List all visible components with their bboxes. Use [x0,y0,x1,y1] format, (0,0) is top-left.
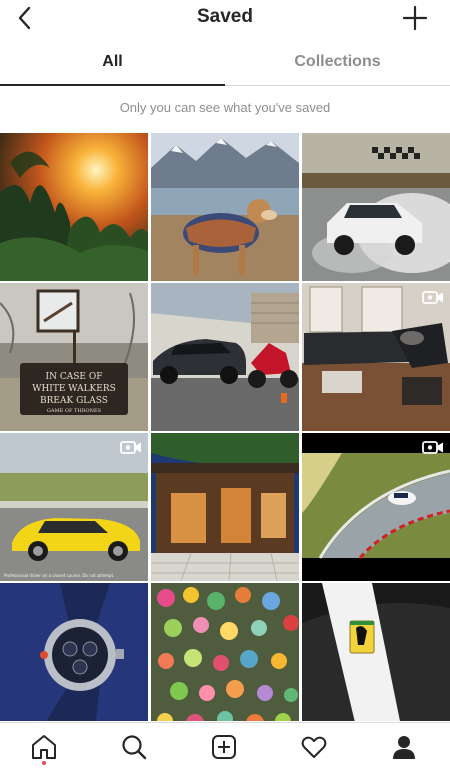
ferrari-badge-photo [302,583,450,721]
heart-icon[interactable] [300,733,328,761]
saved-post[interactable] [302,433,450,581]
saved-post[interactable] [0,583,148,721]
video-camera-icon [422,441,443,454]
home-icon[interactable] [30,733,58,761]
search-icon[interactable] [120,733,148,761]
supercar-motorcycle-photo [151,283,299,431]
race-track-aerial-photo [302,433,450,581]
saved-posts-grid: IN CASE OF WHITE WALKERS BREAK GLASS GAM… [0,133,450,721]
svg-text:GAME OF THRONES: GAME OF THRONES [47,408,102,414]
top-bar: Saved [0,0,450,38]
svg-text:Professional driver on a close: Professional driver on a closed course. … [4,573,114,578]
svg-text:WHITE WALKERS: WHITE WALKERS [32,384,116,394]
notification-dot [42,761,46,765]
saved-post[interactable] [302,583,450,721]
saved-post[interactable]: Professional driver on a closed course. … [0,433,148,581]
rooftop-terrace-photo [151,433,299,581]
saved-post[interactable]: IN CASE OF WHITE WALKERS BREAK GLASS GAM… [0,283,148,431]
luxury-watch-photo [0,583,148,721]
sunset-trees-photo [0,133,148,281]
svg-text:BREAK GLASS: BREAK GLASS [40,396,108,406]
profile-icon[interactable] [390,733,418,761]
bottom-nav [0,722,450,772]
saved-post[interactable] [151,133,299,281]
saved-tabs: All Collections [0,40,450,86]
plus-icon[interactable] [402,5,428,31]
add-post-icon[interactable] [210,733,238,761]
colorful-food-photo [151,583,299,721]
saved-post[interactable] [302,283,450,431]
saved-post[interactable] [151,283,299,431]
privacy-notice: Only you can see what you've saved [119,100,331,115]
saved-post[interactable] [151,583,299,721]
drifting-car-photo [302,133,450,281]
svg-text:IN CASE OF: IN CASE OF [46,372,103,382]
page-title: Saved [197,6,253,27]
white-walkers-sign-photo: IN CASE OF WHITE WALKERS BREAK GLASS GAM… [0,283,148,431]
living-room-photo [302,283,450,431]
saved-post[interactable] [151,433,299,581]
dog-mountains-photo [151,133,299,281]
yellow-porsche-photo: Professional driver on a closed course. … [0,433,148,581]
video-camera-icon [422,291,443,304]
saved-post[interactable] [0,133,148,281]
saved-post[interactable] [302,133,450,281]
video-camera-icon [120,441,141,454]
tab-collections[interactable]: Collections [225,40,450,86]
tab-all[interactable]: All [0,40,225,86]
